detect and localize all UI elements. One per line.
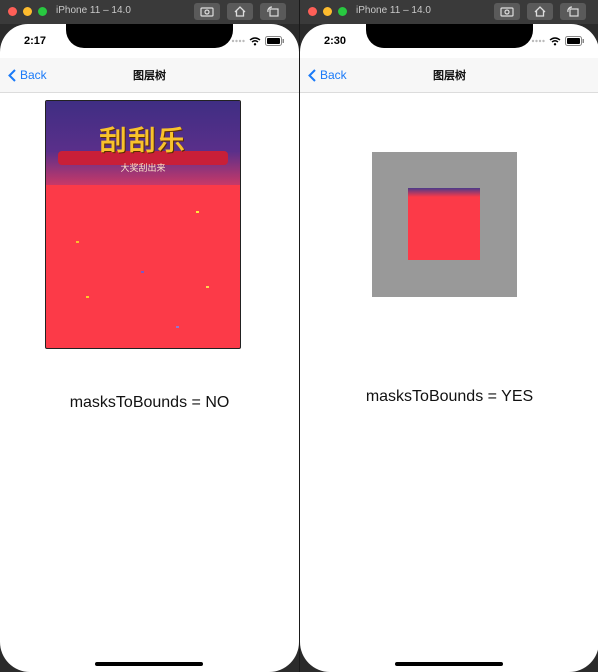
- simulator-toolbar: iPhone 11 – 14.0: [0, 0, 299, 24]
- battery-icon: [265, 36, 284, 46]
- navigation-bar: Back 图层树: [0, 58, 299, 93]
- close-button[interactable]: [308, 7, 317, 16]
- wifi-icon: [249, 36, 261, 45]
- confetti: [206, 286, 209, 288]
- camera-icon: [500, 7, 514, 17]
- screenshot-button[interactable]: [494, 3, 520, 20]
- window-title: iPhone 11 – 14.0: [356, 5, 431, 16]
- home-indicator[interactable]: [395, 662, 503, 666]
- rotate-button[interactable]: [260, 3, 286, 20]
- notch: [66, 24, 233, 48]
- home-button[interactable]: [227, 3, 253, 20]
- camera-icon: [200, 7, 214, 17]
- signal-icon: [531, 39, 545, 43]
- simulator-window-right: iPhone 11 – 14.0 2:30 Back 图层树 masksToBo…: [299, 0, 598, 672]
- window-controls: [8, 7, 47, 16]
- window-title: iPhone 11 – 14.0: [56, 5, 131, 16]
- notch: [366, 24, 533, 48]
- rotate-button[interactable]: [560, 3, 586, 20]
- mask-caption: masksToBounds = YES: [365, 388, 534, 405]
- status-time: 2:30: [324, 35, 347, 47]
- wifi-icon: [549, 36, 561, 45]
- screenshot-button[interactable]: [194, 3, 220, 20]
- masked-image-layer: [408, 188, 480, 260]
- battery-icon: [565, 36, 584, 46]
- confetti: [141, 271, 144, 273]
- nav-title: 图层树: [433, 70, 466, 82]
- minimize-button[interactable]: [23, 7, 32, 16]
- confetti: [76, 241, 79, 243]
- home-button[interactable]: [527, 3, 553, 20]
- confetti: [196, 211, 199, 213]
- card-title: 刮刮乐: [99, 126, 187, 156]
- minimize-button[interactable]: [323, 7, 332, 16]
- home-icon: [534, 6, 546, 17]
- mask-caption: masksToBounds = NO: [69, 394, 230, 411]
- home-icon: [234, 6, 246, 17]
- status-icons: [531, 36, 585, 46]
- home-indicator[interactable]: [95, 662, 203, 666]
- navigation-bar: Back 图层树: [300, 58, 598, 93]
- scratch-card-layer: 刮刮乐 大奖刮出来: [45, 100, 241, 349]
- simulator-toolbar: iPhone 11 – 14.0: [300, 0, 598, 24]
- simulator-window-left: iPhone 11 – 14.0 2:17 Back 图层树 刮刮乐 大奖刮出来…: [0, 0, 299, 672]
- card-subtitle: 大奖刮出来: [120, 163, 166, 173]
- window-controls: [308, 7, 347, 16]
- status-time: 2:17: [24, 35, 47, 47]
- status-icons: [231, 36, 285, 46]
- phone-screen: 2:17 Back 图层树 刮刮乐 大奖刮出来 masksToBounds = …: [0, 24, 299, 672]
- close-button[interactable]: [8, 7, 17, 16]
- confetti: [176, 326, 179, 328]
- signal-icon: [231, 39, 245, 43]
- zoom-button[interactable]: [338, 7, 347, 16]
- confetti: [86, 296, 89, 298]
- rotate-icon: [567, 6, 579, 17]
- zoom-button[interactable]: [38, 7, 47, 16]
- masked-image-edge: [408, 188, 480, 197]
- rotate-icon: [267, 6, 279, 17]
- nav-title: 图层树: [133, 70, 166, 82]
- phone-screen: 2:30 Back 图层树 masksToBounds = YES: [300, 24, 598, 672]
